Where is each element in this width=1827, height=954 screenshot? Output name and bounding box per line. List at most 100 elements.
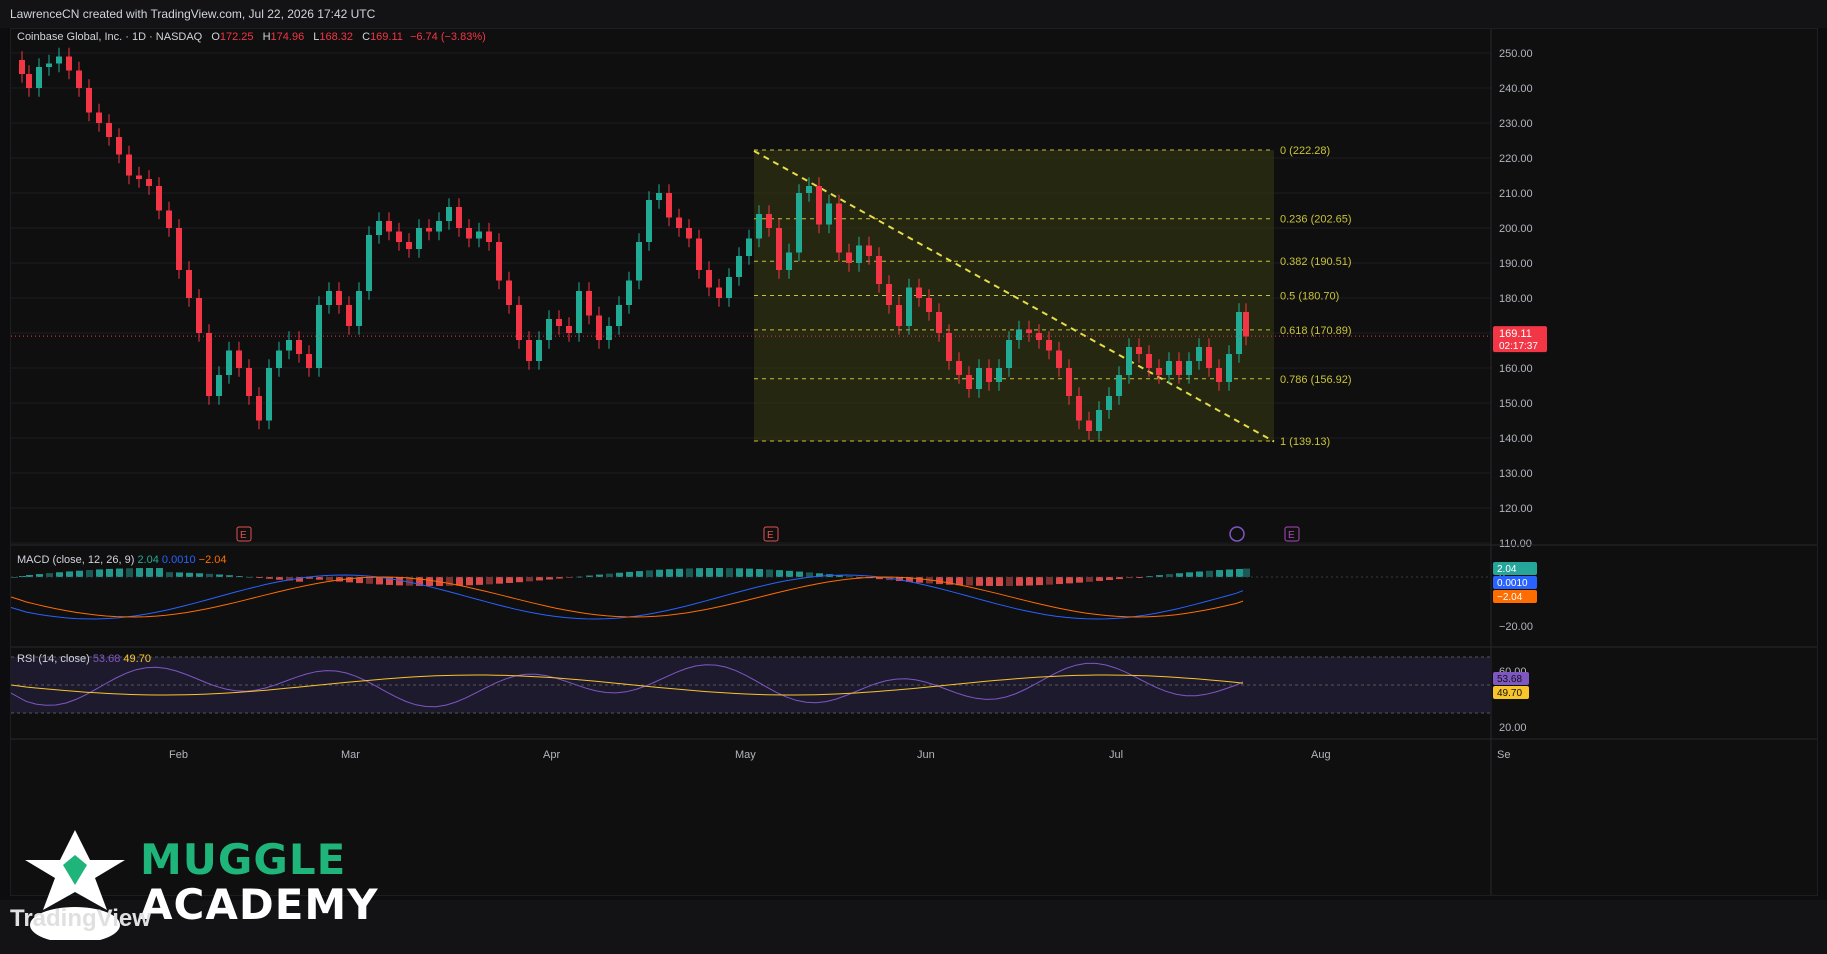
time-axis-label: Feb xyxy=(169,749,188,761)
candle-body xyxy=(356,291,362,326)
price-tick-label: 250.00 xyxy=(1499,48,1533,60)
candle-body xyxy=(696,238,702,270)
candle-body xyxy=(86,88,92,113)
candle-body xyxy=(1096,410,1102,431)
macd-hist-bar xyxy=(626,571,633,577)
macd-axis-neg: −20.00 xyxy=(1499,621,1533,633)
macd-hist-bar xyxy=(426,577,433,586)
candle-body xyxy=(466,228,472,239)
candle-body xyxy=(946,333,952,361)
macd-hist-bar xyxy=(86,570,93,577)
candle-body xyxy=(546,319,552,340)
rsi-value: 53.68 xyxy=(92,653,121,665)
candle-body xyxy=(246,368,252,396)
candle-body xyxy=(666,193,672,218)
brand-line1: MUGGLE xyxy=(140,835,347,884)
macd-hist-bar xyxy=(766,569,773,577)
candle-body xyxy=(336,291,342,305)
candle-body xyxy=(506,280,512,305)
earnings-marker-letter: E xyxy=(767,530,774,541)
candle-body xyxy=(236,350,242,368)
time-axis-label: Aug xyxy=(1311,749,1331,761)
macd-hist-bar xyxy=(1216,570,1223,577)
macd-hist-bar xyxy=(676,568,683,577)
candle-body xyxy=(926,298,932,312)
candle-body xyxy=(1176,361,1182,375)
candle-body xyxy=(636,242,642,281)
candle-body xyxy=(196,298,202,333)
price-tick-label: 240.00 xyxy=(1499,83,1533,95)
macd-hist-bar xyxy=(1056,577,1063,585)
countdown-label: 02:17:37 xyxy=(1499,341,1538,352)
price-tick-label: 140.00 xyxy=(1499,433,1533,445)
candle-body xyxy=(726,277,732,298)
macd-hist-bar xyxy=(156,568,163,577)
candle-body xyxy=(186,270,192,298)
candle-body xyxy=(396,231,402,242)
candle-body xyxy=(806,186,812,193)
candle-body xyxy=(26,74,32,88)
symbol-title: Coinbase Global, Inc. · 1D · NASDAQ xyxy=(17,31,203,43)
macd-hist-bar xyxy=(466,577,473,586)
macd-hist-bar xyxy=(1226,569,1233,577)
candle-body xyxy=(1206,347,1212,368)
low-value: 168.32 xyxy=(319,31,354,43)
macd-hist-bar xyxy=(1236,568,1243,577)
time-axis-label: Jul xyxy=(1109,749,1123,761)
macd-hist-bar xyxy=(166,572,173,577)
candle-body xyxy=(426,228,432,232)
candle-body xyxy=(776,228,782,270)
candle-body xyxy=(846,252,852,263)
candle-body xyxy=(226,350,232,375)
price-tick-label: 220.00 xyxy=(1499,153,1533,165)
price-tick-label: 210.00 xyxy=(1499,188,1533,200)
rsi-value-badge-label: 49.70 xyxy=(1497,688,1522,699)
macd-hist-bar xyxy=(726,568,733,577)
symbol-legend: Coinbase Global, Inc. · 1D · NASDAQ O172… xyxy=(17,31,486,43)
open-value: 172.25 xyxy=(219,31,254,43)
candle-body xyxy=(1156,368,1162,375)
candle-body xyxy=(256,396,262,421)
candle-body xyxy=(1196,347,1202,361)
candle-body xyxy=(1016,329,1022,340)
candle-body xyxy=(346,305,352,326)
candle-body xyxy=(306,354,312,368)
chart-canvas[interactable]: 250.00 240.00 230.00 220.00 210.00 200.00 190.… xyxy=(11,29,1817,895)
macd-hist-bar xyxy=(1026,577,1033,586)
candle-body xyxy=(736,256,742,277)
fib-level-label: 0.5 (180.70) xyxy=(1280,291,1339,303)
candle-body xyxy=(616,305,622,326)
macd-hist-bar xyxy=(786,570,793,577)
candle-body xyxy=(606,326,612,340)
top-credit-bar: LawrenceCN created with TradingView.com,… xyxy=(0,0,1827,28)
candle-body xyxy=(456,207,462,228)
macd-hist-bar xyxy=(476,577,483,585)
candle-body xyxy=(296,340,302,354)
macd-hist-bar xyxy=(666,569,673,577)
candle-body xyxy=(126,154,132,176)
price-tick-label: 110.00 xyxy=(1499,538,1532,550)
chart-panel[interactable]: 250.00 240.00 230.00 220.00 210.00 200.00 190.… xyxy=(10,28,1818,896)
candle-body xyxy=(706,270,712,288)
candle-body xyxy=(796,193,802,253)
candle-body xyxy=(896,305,902,326)
high-label: H xyxy=(262,31,271,43)
time-axis-label: Apr xyxy=(543,749,560,761)
macd-hist-bar xyxy=(746,568,753,577)
earnings-marker-letter: E xyxy=(240,530,247,541)
macd-hist-bar xyxy=(146,568,153,577)
macd-hist-bar xyxy=(496,577,503,584)
candle-body xyxy=(366,235,372,291)
tv-logo-label: TradingView xyxy=(10,905,151,932)
candle-body xyxy=(276,350,282,368)
candle-body xyxy=(146,179,152,186)
macd-hist-bar xyxy=(1096,577,1103,581)
macd-hist-bar xyxy=(656,569,663,577)
candle-body xyxy=(166,210,172,228)
macd-hist-bar xyxy=(1186,572,1193,577)
candle-body xyxy=(46,63,52,67)
fib-level-label: 1 (139.13) xyxy=(1280,436,1330,448)
time-axis-label: Jun xyxy=(917,749,935,761)
candle-body xyxy=(106,123,112,137)
fib-level-label: 0 (222.28) xyxy=(1280,145,1330,157)
